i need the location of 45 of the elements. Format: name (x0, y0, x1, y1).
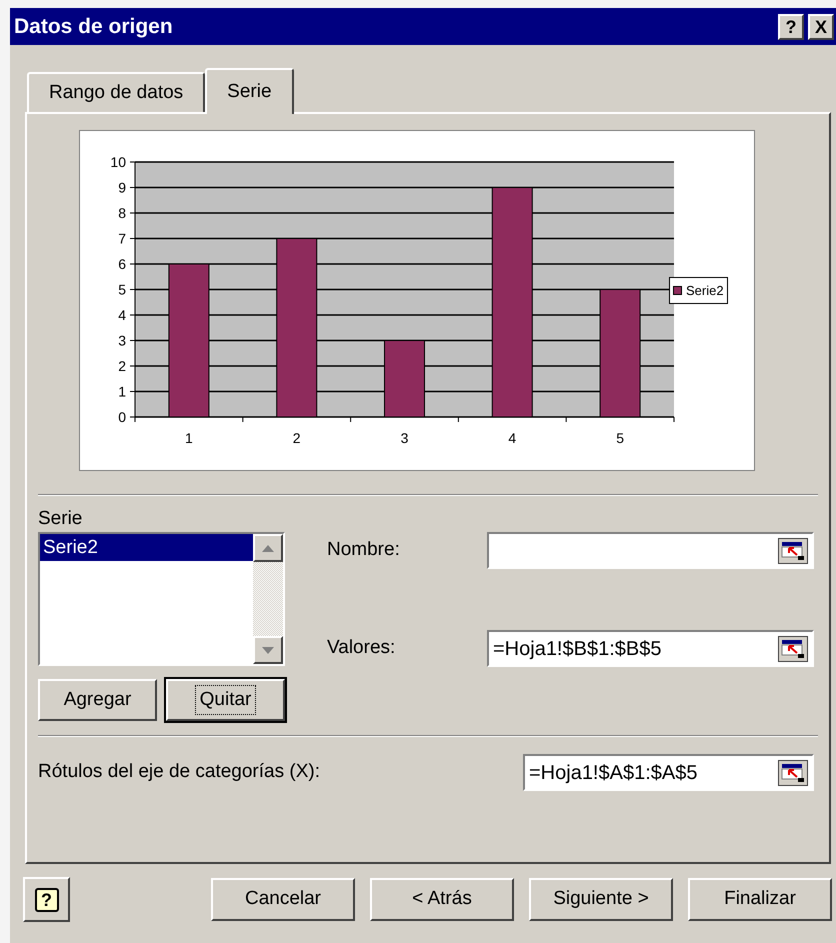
y-tick-label: 5 (118, 282, 126, 298)
y-tick-label: 3 (118, 332, 126, 348)
range-field[interactable] (487, 532, 814, 569)
y-tick-label: 10 (110, 154, 126, 170)
y-tick-label: 8 (118, 205, 126, 221)
field-label: Nombre: (327, 538, 401, 562)
down-arrow-icon (262, 646, 274, 654)
x-tick-label: 5 (616, 430, 624, 446)
remove-button[interactable]: Quitar (166, 679, 285, 721)
range-picker-icon[interactable] (778, 636, 808, 662)
dialog-button[interactable]: < Atrás (370, 878, 514, 921)
field-label: Rótulos del eje de categorías (X): (38, 760, 321, 784)
y-tick-label: 9 (118, 180, 126, 196)
help-button[interactable]: ? (778, 14, 804, 40)
y-tick-label: 2 (118, 358, 126, 374)
tab[interactable]: Serie (205, 68, 294, 114)
x-tick-label: 3 (400, 430, 408, 446)
scroll-up-button[interactable] (253, 534, 283, 562)
x-tick-label: 4 (508, 430, 516, 446)
y-tick-label: 0 (118, 409, 126, 425)
scroll-down-button[interactable] (253, 636, 283, 664)
series-label: Serie (38, 508, 84, 530)
up-arrow-icon (262, 544, 274, 552)
range-picker-icon[interactable] (778, 538, 808, 564)
range-picker-icon[interactable] (778, 760, 808, 786)
dialog-button[interactable]: Siguiente > (529, 878, 673, 921)
x-tick-label: 2 (292, 430, 301, 446)
dialog-button[interactable]: Cancelar (211, 878, 355, 921)
y-tick-label: 4 (118, 307, 126, 323)
series-list-item[interactable]: Serie2 (40, 534, 253, 561)
add-button[interactable]: Agregar (38, 679, 157, 721)
field-label: Valores: (327, 636, 396, 660)
y-tick-label: 6 (118, 256, 126, 272)
y-tick-label: 1 (118, 384, 126, 400)
legend-label: Serie2 (686, 282, 724, 300)
help-button[interactable]: ? (23, 877, 70, 922)
tab[interactable]: Rango de datos (27, 72, 206, 112)
x-tick-label: 1 (185, 430, 193, 446)
range-field[interactable]: =Hoja1!$A$1:$A$5 (523, 754, 814, 791)
window-title: Datos de origen (14, 14, 174, 40)
close-button[interactable]: X (808, 14, 834, 40)
y-tick-label: 7 (118, 230, 126, 246)
dialog-button[interactable]: Finalizar (688, 878, 832, 921)
range-field[interactable]: =Hoja1!$B$1:$B$5 (487, 630, 814, 667)
scrollbar[interactable] (253, 534, 283, 664)
